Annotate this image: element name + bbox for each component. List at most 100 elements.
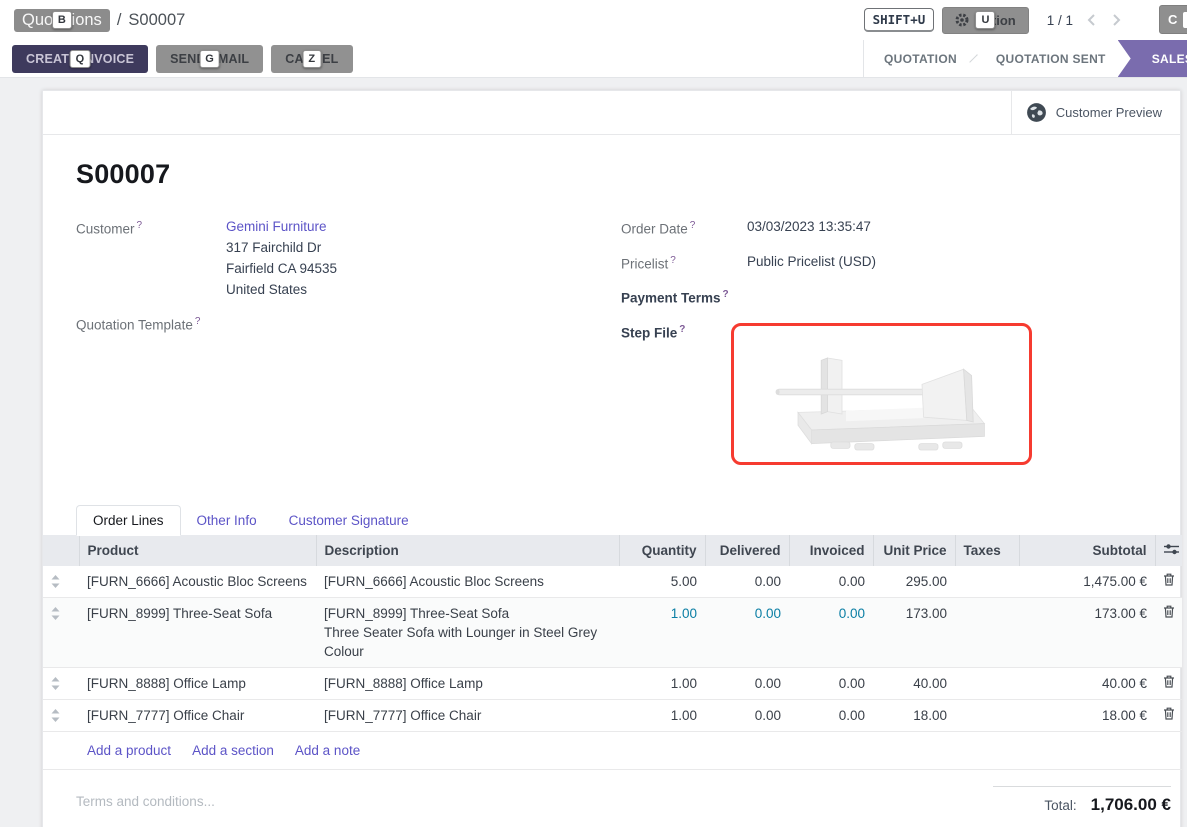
top-navbar: Quotations B / S00007 SHIFT+U Action U 1… bbox=[0, 0, 1187, 40]
cell-quantity[interactable]: 5.00 bbox=[619, 566, 705, 598]
tab-other-info[interactable]: Other Info bbox=[181, 506, 273, 535]
send-email-button[interactable]: SEND EMAIL G bbox=[156, 45, 263, 73]
breadcrumb-separator: / bbox=[117, 11, 122, 30]
cell-taxes[interactable] bbox=[955, 597, 1019, 667]
action-menu-button[interactable]: Action U bbox=[942, 7, 1028, 34]
cell-product[interactable]: [FURN_7777] Office Chair bbox=[79, 699, 316, 731]
add-a-product-link[interactable]: Add a product bbox=[87, 743, 171, 758]
column-header-invoiced[interactable]: Invoiced bbox=[789, 535, 873, 566]
delete-row-button[interactable] bbox=[1155, 597, 1182, 667]
keyboard-hint-g: G bbox=[199, 50, 220, 68]
cell-invoiced[interactable]: 0.00 bbox=[789, 597, 873, 667]
add-a-section-link[interactable]: Add a section bbox=[192, 743, 274, 758]
customer-address-line1: 317 Fairchild Dr bbox=[226, 237, 337, 258]
status-bar: QUOTATION QUOTATION SENT SALES ORDER bbox=[863, 40, 1187, 77]
column-header-unit-price[interactable]: Unit Price bbox=[873, 535, 955, 566]
cell-delivered[interactable]: 0.00 bbox=[705, 699, 789, 731]
payment-terms-field-label: Payment Terms? bbox=[621, 285, 747, 308]
column-header-subtotal[interactable]: Subtotal bbox=[1019, 535, 1155, 566]
cell-delivered[interactable]: 0.00 bbox=[705, 597, 789, 667]
drag-handle-icon[interactable] bbox=[43, 597, 79, 667]
help-icon: ? bbox=[670, 255, 676, 266]
cell-quantity[interactable]: 1.00 bbox=[619, 597, 705, 667]
pricelist-field-label: Pricelist? bbox=[621, 251, 747, 274]
column-header-quantity[interactable]: Quantity bbox=[619, 535, 705, 566]
help-icon: ? bbox=[137, 220, 143, 231]
clipped-right-button[interactable]: C bbox=[1159, 5, 1187, 34]
delete-row-button[interactable] bbox=[1155, 667, 1182, 699]
customer-preview-label: Customer Preview bbox=[1056, 105, 1162, 120]
order-lines-table: Product Description Quantity Delivered I… bbox=[43, 535, 1182, 770]
tab-customer-signature[interactable]: Customer Signature bbox=[273, 506, 425, 535]
globe-icon bbox=[1026, 102, 1047, 123]
tab-order-lines[interactable]: Order Lines bbox=[76, 505, 181, 536]
breadcrumb-quotations-link[interactable]: Quotations B bbox=[14, 9, 110, 32]
cancel-button[interactable]: CANCEL Z bbox=[271, 45, 352, 73]
cell-taxes[interactable] bbox=[955, 667, 1019, 699]
cell-description[interactable]: [FURN_6666] Acoustic Bloc Screens bbox=[316, 566, 619, 598]
customer-address-line3: United States bbox=[226, 279, 337, 300]
cell-subtotal: 1,475.00 € bbox=[1019, 566, 1155, 598]
delete-row-button[interactable] bbox=[1155, 566, 1182, 598]
column-header-taxes[interactable]: Taxes bbox=[955, 535, 1019, 566]
status-step-sales-order[interactable]: SALES ORDER bbox=[1118, 40, 1187, 77]
keyboard-hint-q: Q bbox=[70, 50, 91, 68]
cell-product[interactable]: [FURN_6666] Acoustic Bloc Screens bbox=[79, 566, 316, 598]
cell-quantity[interactable]: 1.00 bbox=[619, 699, 705, 731]
cell-unit-price[interactable]: 173.00 bbox=[873, 597, 955, 667]
column-header-description[interactable]: Description bbox=[316, 535, 619, 566]
help-icon: ? bbox=[690, 220, 696, 231]
gear-icon bbox=[955, 13, 969, 27]
chevron-left-icon[interactable] bbox=[1087, 13, 1096, 27]
cell-taxes[interactable] bbox=[955, 699, 1019, 731]
table-row[interactable]: [FURN_8888] Office Lamp [FURN_8888] Offi… bbox=[43, 667, 1182, 699]
quotation-template-field-label: Quotation Template? bbox=[76, 312, 226, 335]
cell-description[interactable]: [FURN_8888] Office Lamp bbox=[316, 667, 619, 699]
sales-order-sheet: Customer Preview S00007 Customer? Gemini… bbox=[42, 90, 1181, 827]
sheet-top-strip: Customer Preview bbox=[43, 91, 1180, 135]
order-date-field-label: Order Date? bbox=[621, 216, 747, 239]
clipped-right-button-label: C bbox=[1168, 12, 1177, 27]
cell-invoiced[interactable]: 0.00 bbox=[789, 667, 873, 699]
cell-quantity[interactable]: 1.00 bbox=[619, 667, 705, 699]
cell-invoiced[interactable]: 0.00 bbox=[789, 566, 873, 598]
drag-handle-icon[interactable] bbox=[43, 566, 79, 598]
customer-link[interactable]: Gemini Furniture bbox=[226, 219, 327, 234]
cell-description[interactable]: [FURN_7777] Office Chair bbox=[316, 699, 619, 731]
cell-unit-price[interactable]: 295.00 bbox=[873, 566, 955, 598]
cell-invoiced[interactable]: 0.00 bbox=[789, 699, 873, 731]
table-row[interactable]: [FURN_7777] Office Chair [FURN_7777] Off… bbox=[43, 699, 1182, 731]
pricelist-field-value[interactable]: Public Pricelist (USD) bbox=[747, 251, 876, 274]
cell-unit-price[interactable]: 18.00 bbox=[873, 699, 955, 731]
table-row[interactable]: [FURN_8999] Three-Seat Sofa [FURN_8999] … bbox=[43, 597, 1182, 667]
order-date-field-value[interactable]: 03/03/2023 13:35:47 bbox=[747, 216, 871, 239]
right-field-column: Order Date? 03/03/2023 13:35:47 Pricelis… bbox=[621, 216, 1180, 477]
column-header-delivered[interactable]: Delivered bbox=[705, 535, 789, 566]
help-icon: ? bbox=[679, 324, 685, 335]
cell-product[interactable]: [FURN_8999] Three-Seat Sofa bbox=[79, 597, 316, 667]
optional-columns-header[interactable] bbox=[1155, 535, 1182, 566]
cell-description[interactable]: [FURN_8999] Three-Seat SofaThree Seater … bbox=[316, 597, 619, 667]
step-file-preview[interactable] bbox=[731, 323, 1032, 465]
handle-column-header bbox=[43, 535, 79, 566]
add-a-note-link[interactable]: Add a note bbox=[295, 743, 360, 758]
customer-preview-button[interactable]: Customer Preview bbox=[1011, 91, 1180, 134]
total-label: Total: bbox=[1044, 798, 1076, 813]
create-invoice-button[interactable]: CREATE INVOICE Q bbox=[12, 45, 148, 73]
table-row[interactable]: [FURN_6666] Acoustic Bloc Screens [FURN_… bbox=[43, 566, 1182, 598]
drag-handle-icon[interactable] bbox=[43, 667, 79, 699]
cell-taxes[interactable] bbox=[955, 566, 1019, 598]
drag-handle-icon[interactable] bbox=[43, 699, 79, 731]
chevron-right-icon[interactable] bbox=[1112, 13, 1121, 27]
cell-product[interactable]: [FURN_8888] Office Lamp bbox=[79, 667, 316, 699]
column-header-product[interactable]: Product bbox=[79, 535, 316, 566]
terms-and-conditions-input[interactable]: Terms and conditions... bbox=[76, 786, 215, 815]
cell-delivered[interactable]: 0.00 bbox=[705, 566, 789, 598]
cell-unit-price[interactable]: 40.00 bbox=[873, 667, 955, 699]
keyboard-hint-shift-u: SHIFT+U bbox=[864, 8, 935, 32]
status-step-quotation-sent[interactable]: QUOTATION SENT bbox=[976, 40, 1126, 77]
status-step-quotation[interactable]: QUOTATION bbox=[864, 40, 977, 77]
delete-row-button[interactable] bbox=[1155, 699, 1182, 731]
keyboard-hint-u: U bbox=[976, 11, 996, 29]
cell-delivered[interactable]: 0.00 bbox=[705, 667, 789, 699]
